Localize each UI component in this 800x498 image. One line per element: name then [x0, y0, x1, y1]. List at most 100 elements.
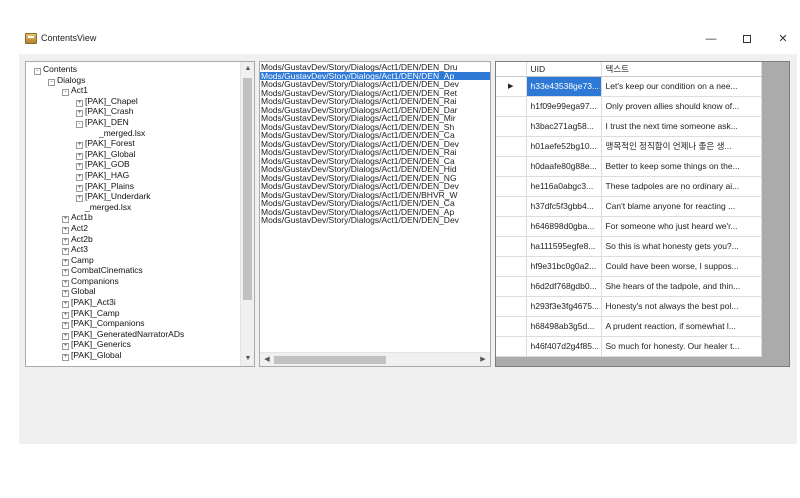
row-header[interactable]: [496, 156, 527, 177]
tree-node[interactable]: + [PAK]_Crash: [26, 106, 240, 118]
scroll-up-icon[interactable]: ▲: [241, 62, 254, 76]
text-cell[interactable]: I trust the next time someone ask...: [601, 116, 762, 137]
tree-node[interactable]: + [PAK]_Companions: [26, 318, 240, 330]
text-cell[interactable]: Can't blame anyone for reacting ...: [601, 196, 762, 217]
list-scroll-thumb[interactable]: [274, 356, 386, 364]
tree-node[interactable]: + [PAK]_Act3i: [26, 297, 240, 309]
uid-cell[interactable]: h37dfc5f3gbb4...: [526, 196, 602, 217]
grid-row[interactable]: h01aefe52bg10... 맹목적인 정직함이 언제나 좋은 생...: [496, 136, 762, 157]
uid-cell[interactable]: he116a0abgc3...: [526, 176, 602, 197]
text-cell[interactable]: For someone who just heard we'r...: [601, 216, 762, 237]
tree-node[interactable]: - Contents: [26, 64, 240, 75]
row-header-corner[interactable]: [496, 62, 527, 77]
text-cell[interactable]: These tadpoles are no ordinary ai...: [601, 176, 762, 197]
grid-row[interactable]: h46f407d2g4f85... So much for honesty. Ou…: [496, 336, 762, 357]
grid-row[interactable]: h68498ab3g5d... A prudent reaction, if so…: [496, 316, 762, 337]
column-header-text[interactable]: 텍스트: [601, 62, 762, 77]
tree-node[interactable]: _merged.lsx: [26, 202, 240, 213]
close-button[interactable]: ✕: [771, 31, 795, 47]
grid-row[interactable]: ha111595egfe8... So this is what honesty …: [496, 236, 762, 257]
minimize-button[interactable]: —: [699, 31, 723, 47]
scroll-down-icon[interactable]: ▼: [241, 352, 254, 366]
text-cell[interactable]: 맹목적인 정직함이 언제나 좋은 생...: [601, 136, 762, 157]
row-header[interactable]: [496, 316, 527, 337]
tree-scroll-thumb[interactable]: [243, 78, 252, 300]
tree-node[interactable]: + Act1b: [26, 212, 240, 224]
uid-cell[interactable]: ha111595egfe8...: [526, 236, 602, 257]
uid-cell[interactable]: h3bac271ag58...: [526, 116, 602, 137]
row-header[interactable]: [496, 96, 527, 117]
tree-node[interactable]: + [PAK]_Underdark: [26, 191, 240, 203]
row-header[interactable]: [496, 276, 527, 297]
list-horizontal-scrollbar[interactable]: ◀ ▶: [260, 352, 490, 366]
row-header[interactable]: ▶: [496, 76, 527, 97]
text-cell[interactable]: She hears of the tadpole, and thin...: [601, 276, 762, 297]
tree-node[interactable]: + [PAK]_Forest: [26, 138, 240, 150]
tree-node[interactable]: + [PAK]_Camp: [26, 308, 240, 319]
tree-node[interactable]: _merged.lsx: [26, 128, 240, 139]
text-cell[interactable]: So this is what honesty gets you?...: [601, 236, 762, 257]
row-header[interactable]: [496, 136, 527, 157]
contents-tree-view[interactable]: - Contents - Dialogs - Act1 + [PAK]_Chapel + [PAK…: [25, 61, 255, 367]
uid-cell[interactable]: h46f407d2g4f85...: [526, 336, 602, 357]
grid-row[interactable]: ▶ h33e43538ge73... Let's keep our conditio…: [496, 76, 762, 97]
uid-cell[interactable]: h6d2df768gdb0...: [526, 276, 602, 297]
grid-row[interactable]: h293f3e3fg4675... Honesty's not always th…: [496, 296, 762, 317]
dialog-data-grid[interactable]: UID 텍스트 ▶ h33e43538ge73... Let's keep our …: [495, 61, 790, 367]
text-cell[interactable]: Better to keep some things on the...: [601, 156, 762, 177]
text-cell[interactable]: So much for honesty. Our healer t...: [601, 336, 762, 357]
text-cell[interactable]: Could have been worse, I suppos...: [601, 256, 762, 277]
tree-node[interactable]: + [PAK]_Plains: [26, 181, 240, 192]
tree-node[interactable]: + Act3: [26, 244, 240, 256]
tree-node[interactable]: + Camp: [26, 255, 240, 266]
uid-cell[interactable]: h68498ab3g5d...: [526, 316, 602, 337]
tree-node[interactable]: + Act2b: [26, 234, 240, 245]
file-list-item[interactable]: Mods/GustavDev/Story/Dialogs/Act1/DEN/DE…: [260, 216, 490, 225]
scroll-right-icon[interactable]: ▶: [476, 353, 490, 366]
tree-node[interactable]: + [PAK]_Global: [26, 149, 240, 160]
tree-node[interactable]: + [PAK]_Global: [26, 350, 240, 362]
tree-node[interactable]: - Dialogs: [26, 75, 240, 86]
row-header[interactable]: [496, 216, 527, 237]
grid-row[interactable]: h0daafe80g88e... Better to keep some thin…: [496, 156, 762, 177]
tree-node[interactable]: + [PAK]_HAG: [26, 170, 240, 181]
grid-row[interactable]: h37dfc5f3gbb4... Can't blame anyone for r…: [496, 196, 762, 217]
row-header[interactable]: [496, 236, 527, 257]
uid-cell[interactable]: hf9e31bc0g0a2...: [526, 256, 602, 277]
row-header[interactable]: [496, 196, 527, 217]
grid-row[interactable]: h3bac271ag58... I trust the next time som…: [496, 116, 762, 137]
grid-row[interactable]: h646898d0gba... For someone who just hear…: [496, 216, 762, 237]
tree-node[interactable]: + Act2: [26, 223, 240, 234]
expand-icon[interactable]: +: [62, 354, 69, 362]
tree-node[interactable]: + [PAK]_GOB: [26, 159, 240, 171]
grid-row[interactable]: h1f09e99ega97... Only proven allies shoul…: [496, 96, 762, 117]
row-header[interactable]: [496, 296, 527, 317]
maximize-button[interactable]: [735, 31, 759, 47]
row-header[interactable]: [496, 256, 527, 277]
tree-node[interactable]: - Act1: [26, 85, 240, 97]
uid-cell[interactable]: h0daafe80g88e...: [526, 156, 602, 177]
tree-node[interactable]: + [PAK]_GeneratedNarratorADs: [26, 329, 240, 340]
tree-node[interactable]: - [PAK]_DEN: [26, 117, 240, 128]
uid-cell[interactable]: h33e43538ge73...: [526, 76, 602, 97]
row-header[interactable]: [496, 176, 527, 197]
tree-vertical-scrollbar[interactable]: ▲ ▼: [240, 62, 254, 366]
row-header[interactable]: [496, 336, 527, 357]
text-cell[interactable]: Honesty's not always the best pol...: [601, 296, 762, 317]
grid-row[interactable]: he116a0abgc3... These tadpoles are no ord…: [496, 176, 762, 197]
scroll-left-icon[interactable]: ◀: [260, 353, 274, 366]
tree-node[interactable]: + Global: [26, 286, 240, 298]
tree-node[interactable]: + Companions: [26, 276, 240, 287]
row-header[interactable]: [496, 116, 527, 137]
text-cell[interactable]: Only proven allies should know of...: [601, 96, 762, 117]
uid-cell[interactable]: h1f09e99ega97...: [526, 96, 602, 117]
tree-node[interactable]: + [PAK]_Generics: [26, 339, 240, 351]
uid-cell[interactable]: h01aefe52bg10...: [526, 136, 602, 157]
column-header-uid[interactable]: UID: [526, 62, 602, 77]
uid-cell[interactable]: h293f3e3fg4675...: [526, 296, 602, 317]
uid-cell[interactable]: h646898d0gba...: [526, 216, 602, 237]
tree-node[interactable]: + CombatCinematics: [26, 265, 240, 277]
text-cell[interactable]: Let's keep our condition on a nee...: [601, 76, 762, 97]
file-list-box[interactable]: Mods/GustavDev/Story/Dialogs/Act1/DEN/DE…: [259, 61, 491, 367]
grid-row[interactable]: h6d2df768gdb0... She hears of the tadpole…: [496, 276, 762, 297]
